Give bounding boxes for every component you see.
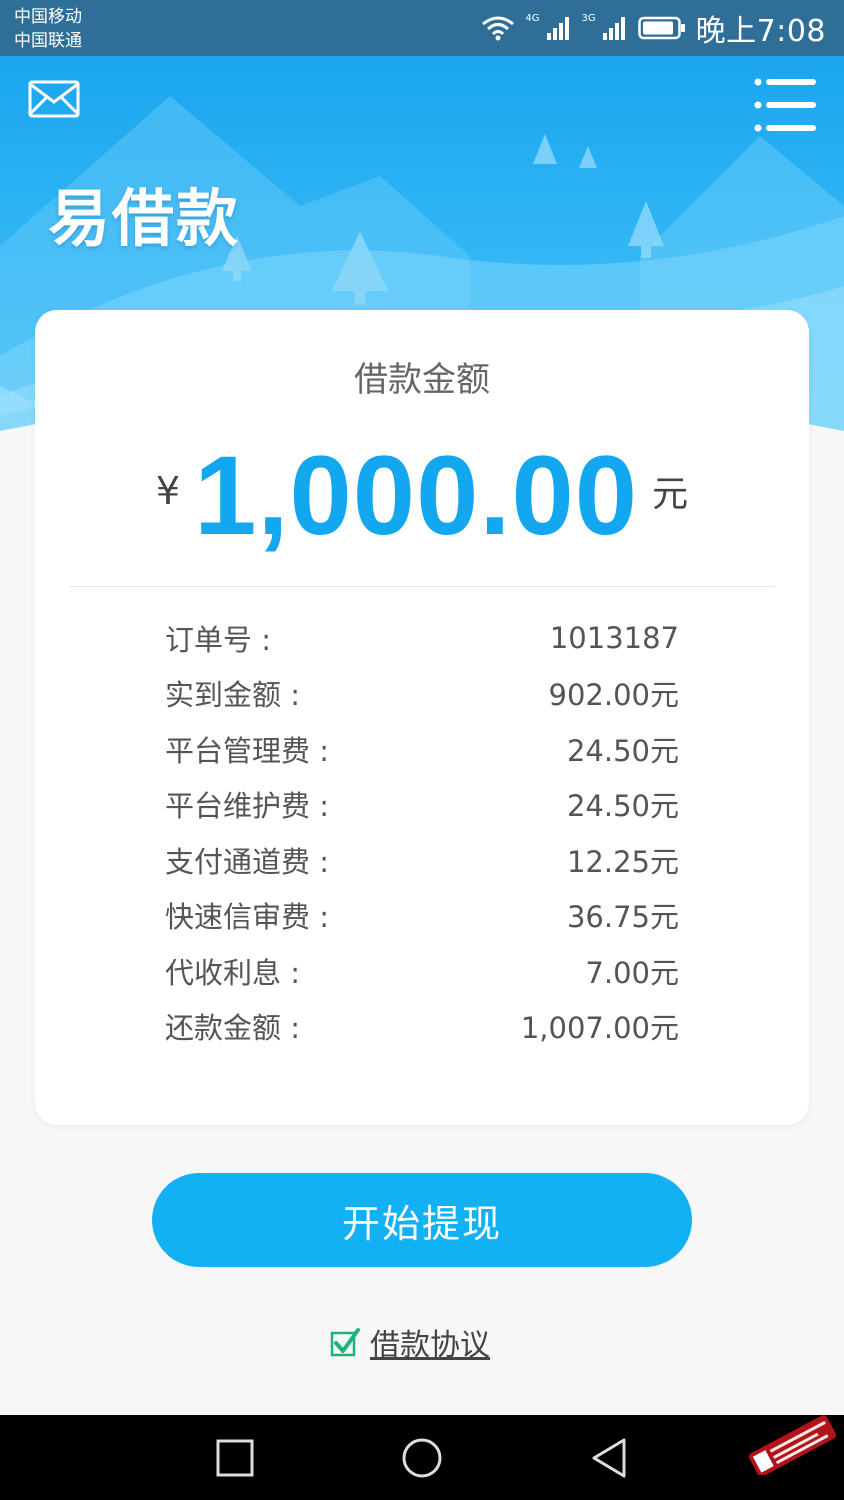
detail-value: 12.25元 [566, 844, 679, 879]
carrier-info: 中国移动 中国联通 [14, 5, 82, 53]
loan-amount: ¥ 1,000.00 元 [35, 433, 809, 558]
start-withdraw-button[interactable]: 开始提现 [152, 1173, 692, 1267]
signal-icon [602, 17, 625, 40]
fee-details: 订单号 : 1013187 实到金额 : 902.00元 平台管理费 : 24.… [165, 610, 679, 1054]
carrier-1: 中国移动 [14, 7, 82, 27]
status-bar: 中国移动 中国联通 4G 3G 晚上7:08 [0, 0, 844, 56]
detail-value: 36.75元 [566, 900, 679, 935]
square-icon[interactable] [210, 1435, 260, 1481]
detail-label: 平台维护费 : [165, 789, 329, 824]
battery-icon [637, 16, 685, 40]
amount-value: 1,000.00 [194, 432, 639, 558]
watermark-logo [748, 1415, 837, 1475]
clock: 晚上7:08 [695, 14, 826, 49]
detail-value: 1,007.00元 [520, 1011, 679, 1046]
detail-value: 902.00元 [548, 678, 679, 713]
carrier-2: 中国联通 [14, 31, 82, 51]
detail-row-interest: 代收利息 : 7.00元 [165, 943, 679, 999]
signal-1-label: 4G [525, 12, 540, 24]
menu-icon[interactable] [754, 76, 816, 134]
wifi-icon [482, 16, 515, 41]
detail-label: 还款金额 : [165, 1011, 300, 1046]
detail-row-repayment-amount: 还款金额 : 1,007.00元 [165, 999, 679, 1055]
detail-row-order-number: 订单号 : 1013187 [165, 610, 679, 666]
loan-card: 借款金额 ¥ 1,000.00 元 订单号 : 1013187 实到金额 : 9… [35, 310, 809, 1125]
detail-label: 订单号 : [165, 622, 271, 657]
detail-row-credit-review-fee: 快速信审费 : 36.75元 [165, 888, 679, 944]
detail-row-management-fee: 平台管理费 : 24.50元 [165, 721, 679, 777]
triangle-back-icon[interactable] [584, 1435, 634, 1481]
signal-icon [546, 17, 569, 40]
detail-value: 7.00元 [585, 955, 679, 990]
detail-value: 24.50元 [566, 789, 679, 824]
loan-agreement: 借款协议 [330, 1318, 490, 1366]
checkbox-checked-icon[interactable] [330, 1327, 360, 1357]
signal-2-label: 3G [581, 12, 596, 24]
detail-value: 1013187 [549, 620, 679, 655]
app-title: 易借款 [48, 182, 241, 255]
detail-label: 平台管理费 : [165, 733, 329, 768]
detail-label: 快速信审费 : [165, 900, 329, 935]
divider [69, 586, 775, 587]
loan-amount-label: 借款金额 [354, 360, 490, 400]
mail-icon[interactable] [28, 80, 80, 120]
system-nav-bar [0, 1415, 844, 1500]
detail-label: 代收利息 : [165, 955, 300, 990]
detail-row-payment-channel-fee: 支付通道费 : 12.25元 [165, 832, 679, 888]
detail-row-maintenance-fee: 平台维护费 : 24.50元 [165, 777, 679, 833]
circle-icon[interactable] [397, 1435, 447, 1481]
status-icons: 4G 3G 晚上7:08 [481, 8, 826, 49]
detail-value: 24.50元 [566, 733, 679, 768]
currency-symbol: ¥ [155, 469, 181, 513]
amount-unit: 元 [652, 474, 689, 515]
detail-label: 支付通道费 : [165, 844, 329, 879]
detail-label: 实到金额 : [165, 678, 300, 713]
loan-agreement-link[interactable]: 借款协议 [370, 1320, 490, 1364]
detail-row-received-amount: 实到金额 : 902.00元 [165, 666, 679, 722]
